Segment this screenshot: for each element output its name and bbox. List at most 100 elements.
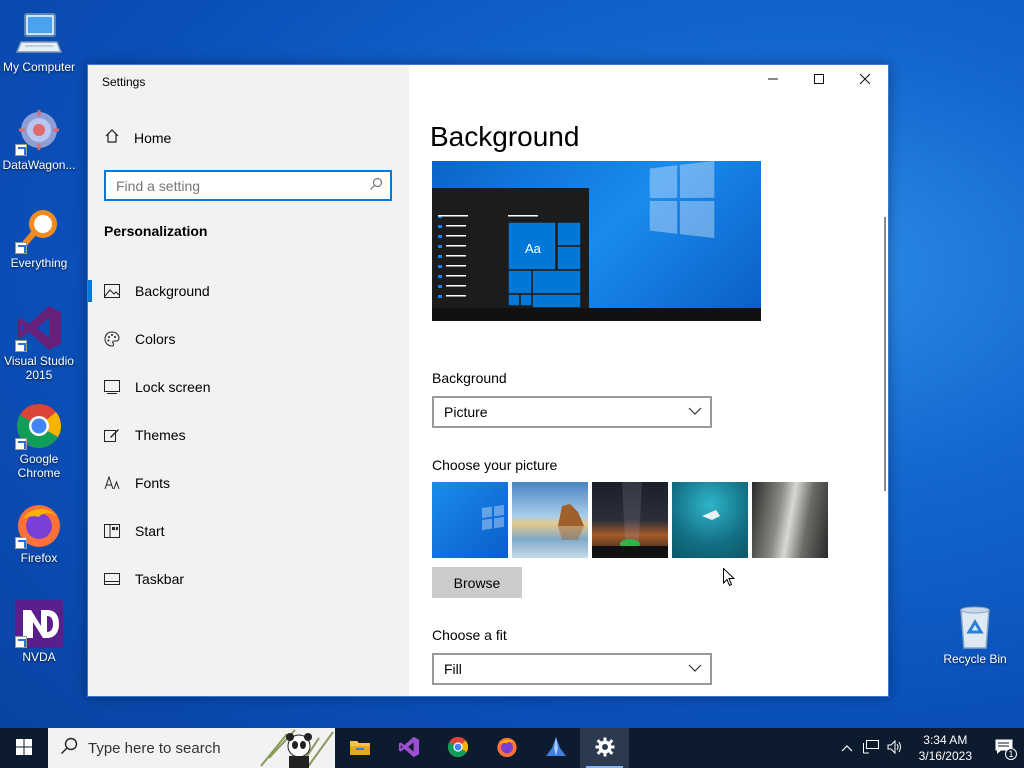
search-icon [60,737,78,759]
taskbar-firefox[interactable] [482,728,531,768]
personalization-nav: Background Colors Lock screen Themes Fon… [88,267,409,603]
settings-sidebar: Settings Home Find a setting Personaliza… [88,65,409,696]
picture-thumbnail-night-sky[interactable] [592,482,668,558]
search-placeholder: Find a setting [116,177,201,194]
scrollbar[interactable] [884,217,886,491]
sidebar-item-label: Fonts [135,475,171,491]
sidebar-item-colors[interactable]: Colors [88,315,409,363]
computer-icon [15,10,63,58]
taskbar-app[interactable] [531,728,580,768]
shortcut-arrow-icon [15,242,27,254]
search-icon [369,177,383,194]
sidebar-item-label: Colors [135,331,176,347]
shortcut-arrow-icon [15,144,27,156]
picture-thumbnail-windows[interactable] [432,482,508,558]
chevron-up-icon [841,741,853,755]
browse-button[interactable]: Browse [432,567,522,598]
picture-thumbnail-beach[interactable] [512,482,588,558]
taskbar-icon [104,571,120,587]
sidebar-item-start[interactable]: Start [88,507,409,555]
taskbar-chrome[interactable] [433,728,482,768]
mouse-cursor-icon [723,567,736,590]
system-tray: 3:34 AM 3/16/2023 1 [835,728,1024,768]
home-label: Home [134,129,172,146]
sidebar-item-label: Themes [135,427,186,443]
desktop-icon-everything[interactable]: Everything [0,206,78,270]
picture-thumbnail-rock[interactable] [752,482,828,558]
network-icon [862,739,879,757]
sidebar-item-label: Taskbar [135,571,185,587]
everything-search-icon [15,206,63,254]
nvda-icon [15,600,63,648]
background-dropdown[interactable]: Picture [432,396,712,428]
shortcut-arrow-icon [15,636,27,648]
sidebar-item-themes[interactable]: Themes [88,411,409,459]
taskbar-search-placeholder: Type here to search [88,739,221,757]
fit-dropdown[interactable]: Fill [432,653,712,685]
desktop-icon-label: Everything [10,256,68,270]
chrome-icon [15,402,63,450]
desktop-icon-label: Google Chrome [17,452,61,480]
sidebar-item-fonts[interactable]: Fonts [88,459,409,507]
volume-button[interactable] [883,728,907,768]
taskbar-search-box[interactable]: Type here to search [48,728,335,768]
clock-date: 3/16/2023 [918,749,972,763]
font-icon [104,475,120,491]
clock-time: 3:34 AM [923,733,968,747]
chevron-down-icon [688,661,702,678]
start-icon [104,523,120,539]
firefox-icon [496,736,518,761]
brush-icon [104,427,120,443]
home-link[interactable]: Home [104,128,171,147]
desktop-icon-firefox[interactable]: Firefox [0,501,78,565]
background-label: Background [432,370,507,386]
choose-picture-label: Choose your picture [432,457,558,473]
find-setting-input[interactable]: Find a setting [104,170,392,201]
desktop-icon-my-computer[interactable]: My Computer [0,10,78,74]
clock[interactable]: 3:34 AM 3/16/2023 [907,732,984,764]
sidebar-item-taskbar[interactable]: Taskbar [88,555,409,603]
notification-count-badge: 1 [1005,748,1017,760]
taskbar-file-explorer[interactable] [335,728,384,768]
taskbar: Type here to search 3:34 AM 3/16/2023 1 [0,728,1024,768]
desktop-icon-label: Recycle Bin [943,652,1007,666]
picture-gallery [432,482,828,558]
chrome-icon [447,736,469,761]
taskbar-settings[interactable] [580,728,629,768]
visual-studio-icon [15,304,63,352]
settings-window: Settings Home Find a setting Personaliza… [87,64,889,697]
window-title: Settings [102,75,146,89]
app-icon [545,736,567,761]
sidebar-item-background[interactable]: Background [88,267,409,315]
sidebar-item-label: Background [135,283,210,299]
speaker-icon [887,739,903,757]
desktop-icon-label: NVDA [22,650,56,664]
action-center-button[interactable]: 1 [984,728,1024,768]
chevron-down-icon [688,404,702,421]
desktop-icon-label: Firefox [20,551,58,565]
show-hidden-icons-button[interactable] [835,728,859,768]
desktop-icon-google-chrome[interactable]: Google Chrome [0,402,78,480]
sidebar-item-label: Start [135,523,165,539]
datawagon-icon [15,108,63,156]
settings-content: Background Aa Background Picture Choose … [409,65,888,696]
desktop-icon-nvda[interactable]: NVDA [0,600,78,664]
section-heading: Personalization [104,223,208,239]
sidebar-item-lock-screen[interactable]: Lock screen [88,363,409,411]
desktop-icon-datawagon[interactable]: DataWagon... [0,108,78,172]
desktop-icon-label: My Computer [2,60,76,74]
preview-start-menu: Aa [432,188,589,309]
network-button[interactable] [859,728,883,768]
fit-dropdown-value: Fill [444,661,462,677]
start-button[interactable] [0,728,48,768]
desktop-icon-recycle-bin[interactable]: Recycle Bin [936,602,1014,666]
desktop-icon-visual-studio[interactable]: Visual Studio 2015 [0,304,78,382]
picture-thumbnail-underwater[interactable] [672,482,748,558]
preview-sample-text: Aa [525,241,541,256]
image-icon [104,283,120,299]
taskbar-visual-studio[interactable] [384,728,433,768]
preview-taskbar [432,308,761,321]
home-icon [104,128,120,147]
shortcut-arrow-icon [15,537,27,549]
windows-logo-icon [649,161,716,239]
